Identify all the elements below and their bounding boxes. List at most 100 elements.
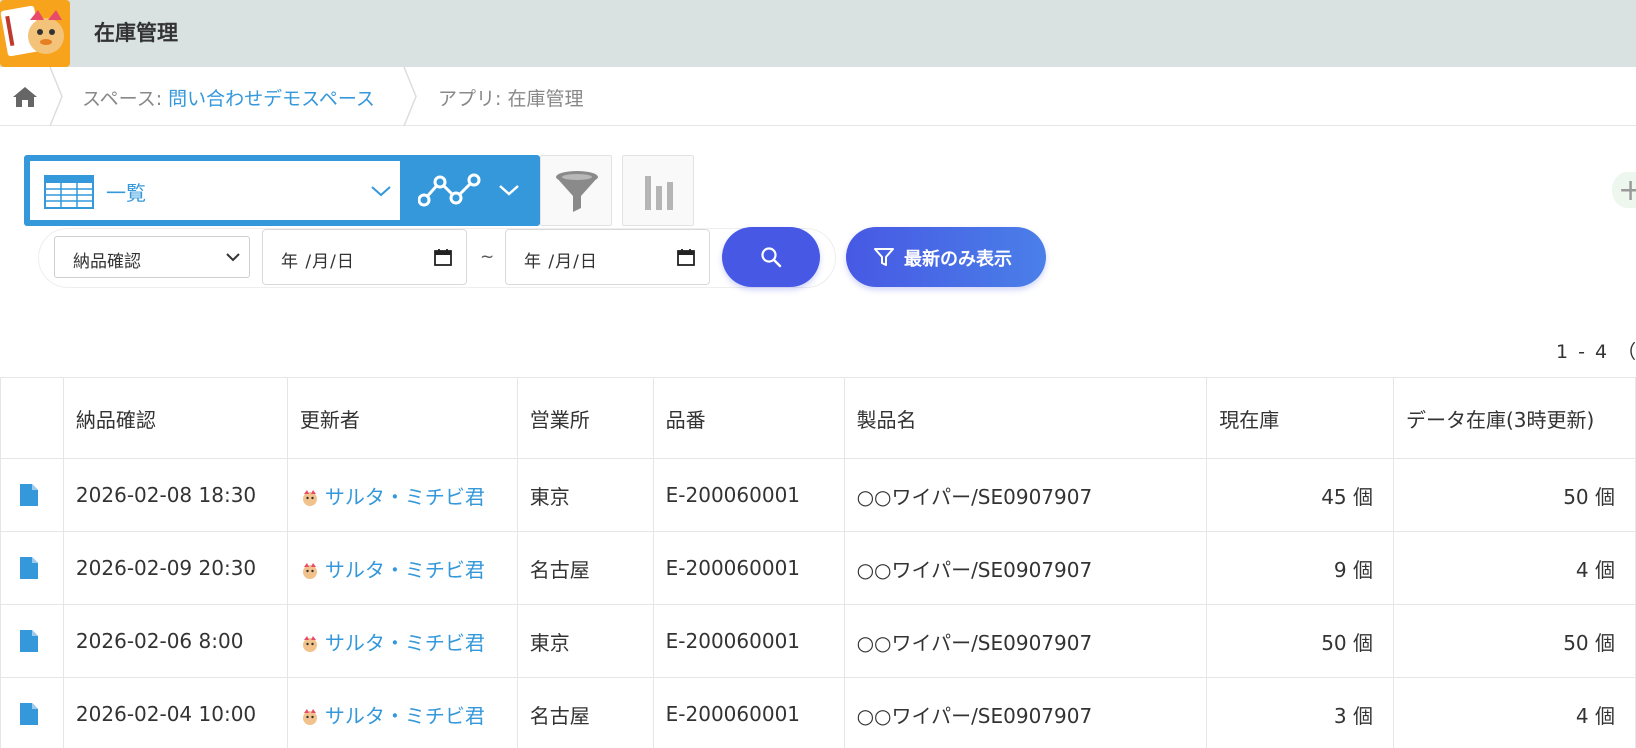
chevron-down-icon	[371, 186, 391, 197]
cell-part-no: E-200060001	[652, 604, 845, 678]
cell-product: ○○ワイパー/SE0907907	[843, 531, 1208, 605]
cell-delivery: 2026-02-04 10:00	[62, 677, 288, 748]
record-detail-cell[interactable]	[0, 531, 64, 605]
latest-only-label: 最新のみ表示	[904, 249, 1012, 270]
breadcrumb-separator	[49, 67, 63, 126]
updater-link[interactable]: サルタ・ミチビ君	[325, 485, 485, 509]
breadcrumb-app-prefix: アプリ:	[438, 88, 508, 110]
avatar	[302, 490, 317, 506]
cell-data-stock: 50 個	[1393, 458, 1636, 532]
plus-icon: +	[1618, 173, 1636, 208]
date-to-placeholder: 年 /月/日	[524, 252, 598, 272]
app-title: 在庫管理	[94, 21, 178, 45]
app-header: 在庫管理	[0, 0, 1636, 67]
breadcrumb-space-link[interactable]: 問い合わせデモスペース	[168, 88, 375, 110]
calendar-icon[interactable]	[434, 248, 452, 266]
table-header-delivery[interactable]: 納品確認	[62, 377, 288, 459]
cell-stock: 3 個	[1206, 677, 1394, 748]
cell-delivery: 2026-02-06 8:00	[62, 604, 288, 678]
view-label: 一覧	[106, 181, 146, 205]
table-header-product[interactable]: 製品名	[843, 377, 1208, 459]
page: 在庫管理 スペース: 問い合わせデモスペース アプリ: 在庫管理 一覧 + 納品…	[0, 0, 1636, 748]
bar-chart-icon	[645, 176, 673, 210]
view-dropdown[interactable]: 一覧	[30, 161, 400, 220]
search-button[interactable]	[722, 227, 820, 287]
cell-office: 名古屋	[516, 677, 654, 748]
filter-button[interactable]	[540, 155, 612, 226]
view-switcher: 一覧	[24, 155, 540, 226]
table-header-stock[interactable]: 現在庫	[1206, 377, 1394, 459]
table-row: 2026-02-09 20:30 サルタ・ミチビ君 名古屋 E-20006000…	[0, 531, 1636, 605]
avatar	[302, 709, 317, 725]
cell-updater[interactable]: サルタ・ミチビ君	[286, 677, 518, 748]
cell-office: 東京	[516, 458, 654, 532]
breadcrumb-app-name: 在庫管理	[507, 88, 584, 110]
cell-updater[interactable]: サルタ・ミチビ君	[286, 604, 518, 678]
home-icon[interactable]	[12, 86, 38, 108]
breadcrumb-app: アプリ: 在庫管理	[438, 84, 583, 111]
filter-field-value: 納品確認	[73, 252, 141, 272]
record-detail-cell[interactable]	[0, 604, 64, 678]
filter-field-select[interactable]: 納品確認	[54, 236, 250, 278]
chevron-down-icon[interactable]	[498, 182, 520, 198]
table-header-updater[interactable]: 更新者	[286, 377, 518, 459]
cell-updater[interactable]: サルタ・ミチビ君	[286, 531, 518, 605]
pager-range: 1 - 4 （	[1556, 341, 1636, 363]
table-view-icon	[44, 175, 94, 209]
document-icon[interactable]	[19, 556, 39, 580]
cell-delivery: 2026-02-08 18:30	[62, 458, 288, 532]
document-icon[interactable]	[19, 629, 39, 653]
date-range-separator: ~	[480, 247, 495, 267]
table-header-data-stock[interactable]: データ在庫(3時更新)	[1393, 377, 1636, 459]
record-detail-cell[interactable]	[0, 677, 64, 748]
funnel-outline-icon	[874, 248, 894, 266]
cell-office: 東京	[516, 604, 654, 678]
cell-stock: 9 個	[1206, 531, 1394, 605]
cell-part-no: E-200060001	[652, 458, 845, 532]
table-row: 2026-02-04 10:00 サルタ・ミチビ君 名古屋 E-20006000…	[0, 677, 1636, 748]
funnel-icon	[556, 171, 598, 212]
breadcrumb-space: スペース: 問い合わせデモスペース	[82, 84, 375, 111]
date-to-input[interactable]: 年 /月/日	[505, 229, 710, 285]
cell-data-stock: 4 個	[1393, 677, 1636, 748]
date-from-placeholder: 年 /月/日	[281, 252, 355, 272]
cell-product: ○○ワイパー/SE0907907	[843, 677, 1208, 748]
cell-stock: 50 個	[1206, 604, 1394, 678]
cell-office: 名古屋	[516, 531, 654, 605]
updater-link[interactable]: サルタ・ミチビ君	[325, 631, 485, 655]
breadcrumb-separator	[403, 67, 417, 126]
cell-part-no: E-200060001	[652, 531, 845, 605]
cell-data-stock: 50 個	[1393, 604, 1636, 678]
document-icon[interactable]	[19, 483, 39, 507]
cell-part-no: E-200060001	[652, 677, 845, 748]
updater-link[interactable]: サルタ・ミチビ君	[325, 558, 485, 582]
document-icon[interactable]	[19, 702, 39, 726]
add-record-button[interactable]: +	[1612, 172, 1636, 208]
cell-delivery: 2026-02-09 20:30	[62, 531, 288, 605]
cell-stock: 45 個	[1206, 458, 1394, 532]
table-row: 2026-02-06 8:00 サルタ・ミチビ君 東京 E-200060001 …	[0, 604, 1636, 678]
table-row: 2026-02-08 18:30 サルタ・ミチビ君 東京 E-200060001…	[0, 458, 1636, 532]
avatar	[302, 563, 317, 579]
table-header-part-no[interactable]: 品番	[652, 377, 845, 459]
table-header-office[interactable]: 営業所	[516, 377, 654, 459]
table-header-row: 納品確認 更新者 営業所 品番 製品名 現在庫 データ在庫(3時更新)	[0, 377, 1636, 459]
cell-product: ○○ワイパー/SE0907907	[843, 458, 1208, 532]
breadcrumb: スペース: 問い合わせデモスペース アプリ: 在庫管理	[0, 67, 1636, 126]
cell-data-stock: 4 個	[1393, 531, 1636, 605]
app-logo-icon[interactable]	[0, 0, 70, 67]
cell-product: ○○ワイパー/SE0907907	[843, 604, 1208, 678]
graph-icon[interactable]	[418, 170, 484, 210]
aggregate-button[interactable]	[622, 155, 694, 226]
date-from-input[interactable]: 年 /月/日	[262, 229, 467, 285]
record-detail-cell[interactable]	[0, 458, 64, 532]
latest-only-button[interactable]: 最新のみ表示	[846, 227, 1046, 287]
search-icon	[761, 247, 782, 268]
breadcrumb-space-prefix: スペース:	[82, 88, 169, 110]
avatar	[302, 636, 317, 652]
cell-updater[interactable]: サルタ・ミチビ君	[286, 458, 518, 532]
record-table: 納品確認 更新者 営業所 品番 製品名 現在庫 データ在庫(3時更新) 2026…	[0, 377, 1636, 748]
updater-link[interactable]: サルタ・ミチビ君	[325, 704, 485, 728]
chevron-down-icon	[226, 253, 240, 262]
calendar-icon[interactable]	[677, 248, 695, 266]
